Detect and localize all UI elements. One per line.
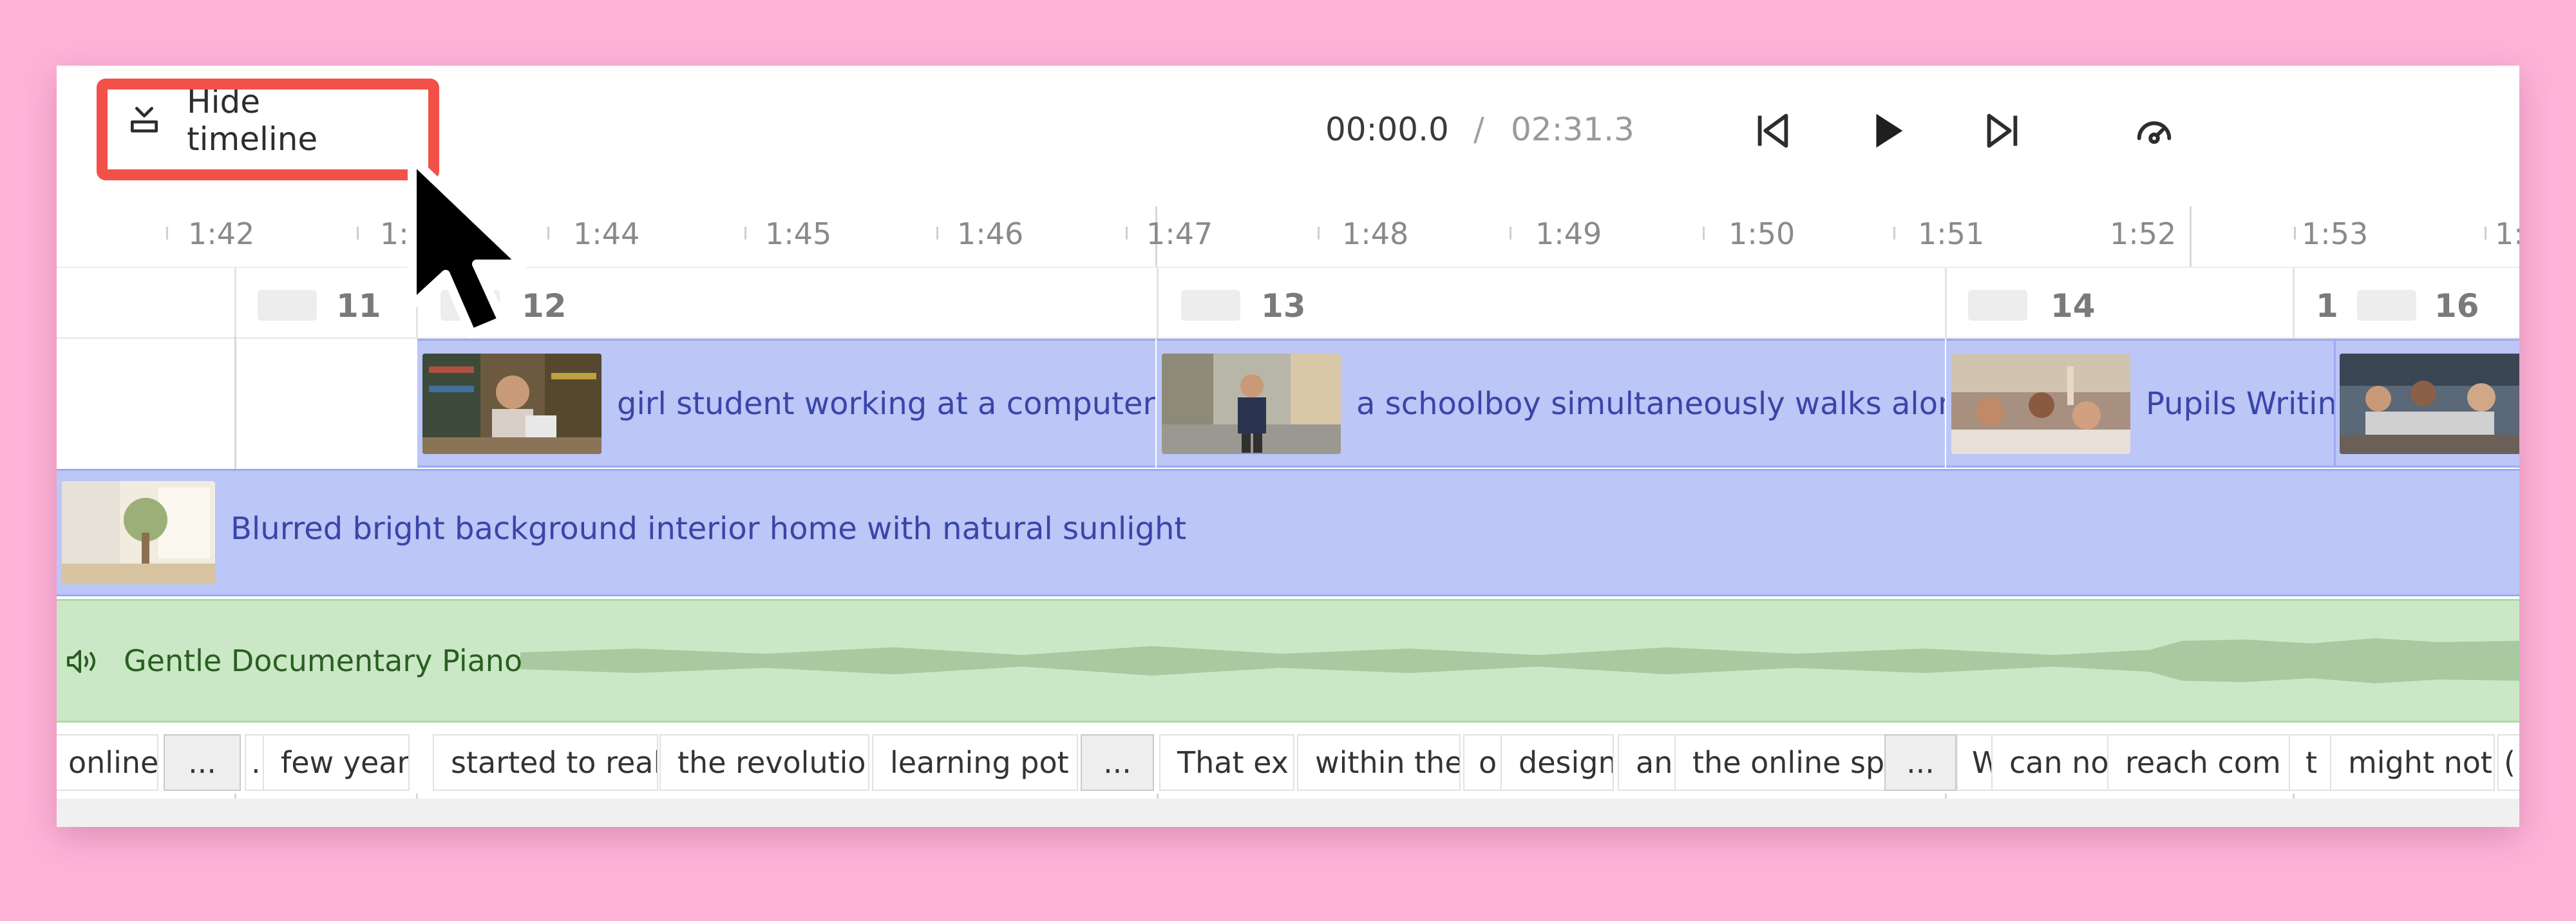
scene-thumbnail-chip (1181, 290, 1240, 321)
scene-number: 14 (2050, 287, 2096, 325)
clip-label: a schoolboy simultaneously walks along (1356, 386, 1945, 422)
caption-chip[interactable]: t (2289, 734, 2334, 791)
play-button[interactable] (1865, 108, 1910, 153)
clip-thumbnail (1951, 354, 2130, 454)
caption-chip[interactable]: design (1501, 734, 1614, 791)
total-time: 02:31.3 (1511, 111, 1634, 148)
speaker-icon (67, 650, 95, 673)
scene-number: 11 (336, 287, 381, 325)
ruler-label: 1:46 (957, 216, 1024, 251)
ruler-label: 1: (380, 216, 409, 251)
caption-chip[interactable]: started to realiz (433, 734, 658, 791)
caption-chip[interactable]: ( (2497, 734, 2519, 791)
scene-thumbnail-chip (440, 290, 500, 321)
scene-number: 12 (522, 287, 567, 325)
skip-back-button[interactable] (1750, 108, 1795, 153)
clip-thumbnail (1162, 354, 1341, 454)
hide-timeline-label: Hide timeline (187, 82, 318, 158)
ruler-label: 1:52 (2110, 216, 2177, 251)
ruler-label: 1:51 (1918, 216, 1985, 251)
time-separator: / (1473, 111, 1484, 148)
timeline-scroll-area[interactable] (57, 799, 2519, 827)
clip-thumbnail (2340, 354, 2519, 454)
caption-chip[interactable]: the online sp (1674, 734, 1889, 791)
scene-number: 13 (1261, 287, 1306, 325)
captions-track: online ... . few year started to realiz … (57, 729, 2519, 793)
skip-forward-icon (1987, 113, 2018, 148)
ruler-label: 1:42 (188, 216, 255, 251)
scene-thumbnail-chip (2357, 290, 2416, 321)
video-clip[interactable]: a schoolboy simultaneously walks along (1157, 339, 1945, 468)
caption-chip[interactable]: online (57, 734, 158, 791)
caption-more-button[interactable]: ... (164, 734, 241, 791)
ruler-label: 1:49 (1535, 216, 1602, 251)
play-icon (1876, 113, 1903, 148)
ruler-label: 1:50 (1728, 216, 1795, 251)
caption-chip[interactable]: the revolution (659, 734, 869, 791)
scene-number: 1 (2316, 287, 2338, 325)
ruler-label: 1: (2495, 216, 2519, 251)
current-time: 00:00.0 (1325, 111, 1449, 148)
scene-thumbnail-chip (258, 290, 317, 321)
clip-label: girl student working at a computer in (617, 386, 1155, 422)
background-clip[interactable]: Blurred bright background interior home … (57, 469, 2519, 596)
clip-thumbnail (62, 481, 215, 584)
speedometer-icon (2137, 121, 2172, 144)
collapse-down-icon (131, 106, 158, 133)
ruler-label: 1:48 (1342, 216, 1409, 251)
caption-chip[interactable]: an (1618, 734, 1681, 791)
ruler-label: 1:53 (2302, 216, 2369, 251)
timeline-panel: Hide timeline 00:00.0 / 02:31.3 1:42 1: … (57, 66, 2519, 827)
time-ruler[interactable]: 1:42 1: 1:44 1:45 1:46 1:47 1:48 1:49 1:… (57, 201, 2519, 267)
caption-more-button[interactable]: ... (1081, 734, 1154, 791)
scene-number: 16 (2434, 287, 2479, 325)
video-clip[interactable]: girl student working at a computer in (417, 339, 1155, 468)
caption-chip[interactable]: few year (263, 734, 410, 791)
ruler-label: 1:45 (765, 216, 832, 251)
caption-chip[interactable]: reach com (2107, 734, 2290, 791)
scene-thumbnail-chip (1968, 290, 2027, 321)
audio-label: Gentle Documentary Piano (124, 643, 523, 678)
caption-chip[interactable]: That ex (1159, 734, 1294, 791)
hide-timeline-button[interactable]: Hide timeline (95, 80, 346, 160)
video-clip[interactable] (2334, 339, 2519, 468)
playback-speed-button[interactable] (2132, 108, 2177, 153)
caption-more-button[interactable]: ... (1884, 734, 1956, 791)
clip-label: Blurred bright background interior home … (231, 511, 1187, 547)
caption-chip[interactable]: can no (1991, 734, 2111, 791)
caption-chip[interactable]: within the (1297, 734, 1461, 791)
caption-chip[interactable]: learning pot (872, 734, 1078, 791)
ruler-label: 1:47 (1146, 216, 1213, 251)
audio-clip[interactable]: Gentle Documentary Piano (57, 599, 2519, 723)
clip-label: Pupils Writin (2146, 386, 2337, 422)
skip-back-icon (1757, 113, 1788, 148)
scene-row: 11 12 13 14 1 16 (57, 267, 2519, 339)
caption-chip[interactable]: o (1463, 734, 1506, 791)
ruler-label: 1:44 (573, 216, 640, 251)
caption-chip[interactable]: might not (2330, 734, 2495, 791)
clip-thumbnail (422, 354, 601, 454)
skip-forward-button[interactable] (1980, 108, 2025, 153)
